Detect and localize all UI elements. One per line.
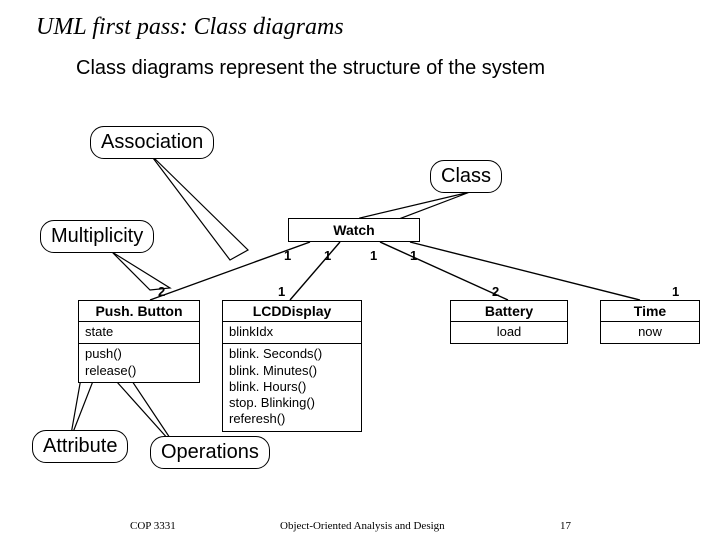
mult-lcd-end: 1 <box>278 284 285 299</box>
op: blink. Seconds() <box>229 346 355 362</box>
class-pushbutton-attrs: state <box>79 322 199 344</box>
callout-attribute: Attribute <box>32 430 128 463</box>
mult-bat-end: 2 <box>492 284 499 299</box>
op: blink. Hours() <box>229 379 355 395</box>
class-lcddisplay: LCDDisplay blinkIdx blink. Seconds() bli… <box>222 300 362 432</box>
mult-watch-lcd: 1 <box>324 248 331 263</box>
class-watch-name: Watch <box>289 219 419 241</box>
callout-operations: Operations <box>150 436 270 469</box>
class-watch: Watch <box>288 218 420 242</box>
callout-class: Class <box>430 160 502 193</box>
mult-watch-time: 1 <box>410 248 417 263</box>
class-pushbutton-name: Push. Button <box>79 301 199 322</box>
class-lcd-attrs: blinkIdx <box>223 322 361 344</box>
class-pushbutton-ops: push() release() <box>79 344 199 382</box>
mult-watch-bat: 1 <box>370 248 377 263</box>
class-lcd-name: LCDDisplay <box>223 301 361 322</box>
callout-association: Association <box>90 126 214 159</box>
class-lcd-ops: blink. Seconds() blink. Minutes() blink.… <box>223 344 361 430</box>
op: push() <box>85 346 193 362</box>
op: referesh() <box>229 411 355 427</box>
callout-multiplicity: Multiplicity <box>40 220 154 253</box>
class-pushbutton: Push. Button state push() release() <box>78 300 200 383</box>
mult-pb-end: 2 <box>158 284 165 299</box>
class-time-name: Time <box>601 301 699 322</box>
attr: state <box>85 324 193 340</box>
op: blink. Minutes() <box>229 363 355 379</box>
mult-watch-pb: 1 <box>284 248 291 263</box>
class-battery-attrs: load <box>451 322 567 343</box>
attr: blinkIdx <box>229 324 355 340</box>
mult-time-end: 1 <box>672 284 679 299</box>
class-battery-name: Battery <box>451 301 567 322</box>
op: stop. Blinking() <box>229 395 355 411</box>
class-time: Time now <box>600 300 700 344</box>
op: release() <box>85 363 193 379</box>
class-battery: Battery load <box>450 300 568 344</box>
class-time-attrs: now <box>601 322 699 343</box>
